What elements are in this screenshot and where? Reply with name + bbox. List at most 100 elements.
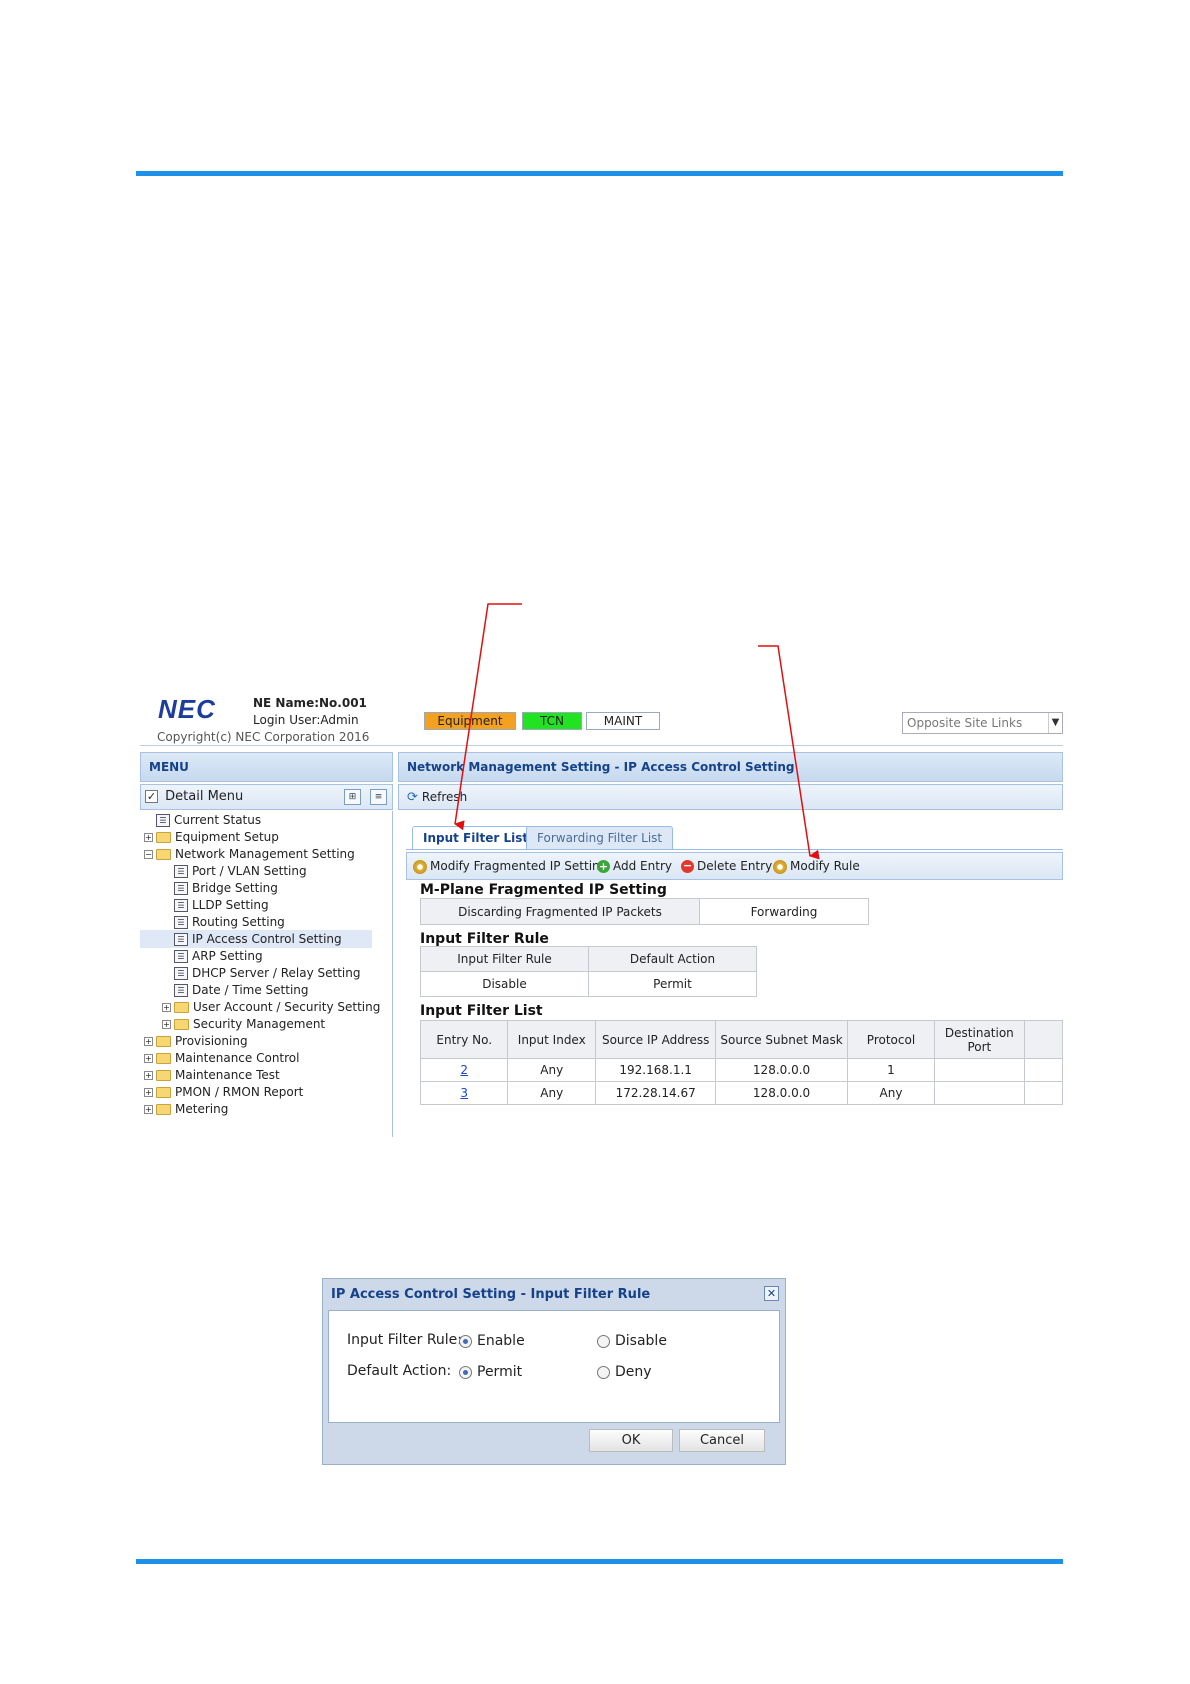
expand-icon[interactable]: +: [144, 1071, 153, 1080]
web-lct-screenshot: NEC NE Name:No.001 Login User:Admin Copy…: [140, 680, 1063, 1137]
collapse-all-icon[interactable]: ≡: [370, 789, 387, 805]
checkbox-icon[interactable]: ✓: [145, 790, 158, 803]
tree-item-provisioning[interactable]: + Provisioning: [144, 1032, 248, 1050]
menu-tree: ☰ Current Status + Equipment Setup − Networ…: [140, 811, 393, 1137]
page-icon: ☰: [174, 865, 188, 878]
table-cell: 192.168.1.1: [595, 1058, 717, 1082]
status-equipment[interactable]: Equipment: [424, 712, 516, 730]
tree-item-routing[interactable]: ☰ Routing Setting: [174, 913, 285, 931]
tree-item-port-vlan[interactable]: ☰ Port / VLAN Setting: [174, 862, 307, 880]
tree-item-pmon-rmon[interactable]: + PMON / RMON Report: [144, 1083, 303, 1101]
modify-fragmented-button[interactable]: Modify Fragmented IP Setting: [413, 859, 607, 874]
modify-rule-button[interactable]: Modify Rule: [773, 859, 860, 874]
ok-button[interactable]: OK: [589, 1429, 673, 1452]
folder-icon: [174, 1002, 189, 1013]
opposite-site-links-label: Opposite Site Links: [907, 716, 1023, 730]
table-cell: Any: [507, 1081, 597, 1105]
filter-rule-value: Disable: [420, 971, 589, 997]
tree-item-maintenance-test[interactable]: + Maintenance Test: [144, 1066, 280, 1084]
filter-rule-section-title: Input Filter Rule: [420, 931, 549, 947]
table-cell: Any: [846, 1081, 936, 1105]
nec-logo: NEC: [158, 694, 216, 724]
folder-icon: [156, 1053, 171, 1064]
app-header: NEC NE Name:No.001 Login User:Admin Copy…: [140, 680, 1063, 746]
expand-all-icon[interactable]: ⊞: [344, 789, 361, 805]
filter-toolbar: Modify Fragmented IP Setting + Add Entry …: [406, 852, 1063, 880]
folder-open-icon: [156, 849, 171, 860]
tree-item-bridge[interactable]: ☰ Bridge Setting: [174, 879, 278, 897]
deny-radio[interactable]: Deny: [597, 1364, 652, 1380]
tree-item-user-account[interactable]: + User Account / Security Setting: [162, 998, 380, 1016]
opposite-site-links-select[interactable]: Opposite Site Links ▼: [902, 712, 1063, 734]
page-icon: ☰: [174, 899, 188, 912]
default-action-value: Permit: [588, 971, 757, 997]
cancel-button[interactable]: Cancel: [679, 1429, 765, 1452]
folder-icon: [156, 1087, 171, 1098]
table-cell-empty: [1023, 1058, 1063, 1082]
add-entry-button[interactable]: + Add Entry: [597, 859, 672, 873]
filter-rule-table: Input Filter Rule Default Action Disable…: [420, 946, 757, 997]
refresh-icon: ⟳: [407, 790, 418, 805]
page-icon: ☰: [174, 984, 188, 997]
folder-icon: [156, 1104, 171, 1115]
filter-list-section-title: Input Filter List: [420, 1003, 543, 1019]
tab-forwarding-filter-list[interactable]: Forwarding Filter List: [526, 826, 674, 850]
collapse-icon[interactable]: −: [144, 850, 153, 859]
expand-icon[interactable]: +: [144, 1088, 153, 1097]
expand-icon[interactable]: +: [162, 1003, 171, 1012]
folder-icon: [156, 832, 171, 843]
disable-radio[interactable]: Disable: [597, 1333, 667, 1349]
dialog-body: Input Filter Rule: Enable Disable Defaul…: [328, 1310, 780, 1423]
tree-item-equipment-setup[interactable]: + Equipment Setup: [144, 828, 279, 846]
tree-item-current-status[interactable]: ☰ Current Status: [156, 811, 261, 829]
tree-item-ip-access-control[interactable]: ☰ IP Access Control Setting: [140, 930, 372, 948]
entry-link[interactable]: 3: [460, 1086, 468, 1100]
column-header: Destination Port: [934, 1020, 1025, 1059]
expand-icon[interactable]: +: [144, 1105, 153, 1114]
folder-icon: [156, 1070, 171, 1081]
tree-item-maintenance-control[interactable]: + Maintenance Control: [144, 1049, 299, 1067]
column-header: Entry No.: [419, 1020, 509, 1059]
table-cell-empty: [1023, 1081, 1063, 1105]
expand-icon[interactable]: +: [162, 1020, 171, 1029]
table-cell: 172.28.14.67: [595, 1081, 717, 1105]
tree-item-lldp[interactable]: ☰ LLDP Setting: [174, 896, 269, 914]
fragmented-section-title: M-Plane Fragmented IP Setting: [420, 882, 667, 898]
column-header-empty: [1023, 1020, 1063, 1059]
tree-item-security-management[interactable]: + Security Management: [162, 1015, 325, 1033]
table-cell: 1: [846, 1058, 936, 1082]
tree-item-arp[interactable]: ☰ ARP Setting: [174, 947, 263, 965]
radio-selected-icon: [459, 1334, 472, 1348]
refresh-button[interactable]: ⟳ Refresh: [407, 790, 467, 805]
entry-link[interactable]: 2: [460, 1063, 468, 1077]
page-icon: ☰: [156, 814, 170, 827]
status-tcn[interactable]: TCN: [522, 712, 582, 730]
expand-icon[interactable]: +: [144, 833, 153, 842]
tree-item-metering[interactable]: + Metering: [144, 1100, 228, 1118]
chevron-down-icon[interactable]: ▼: [1048, 713, 1062, 733]
column-header: Input Filter Rule: [420, 946, 589, 972]
expand-icon[interactable]: +: [144, 1037, 153, 1046]
gear-icon: [413, 859, 427, 874]
delete-icon: −: [681, 859, 694, 873]
page-icon: ☰: [174, 950, 188, 963]
menu-title: MENU: [140, 752, 393, 782]
tree-item-network-management[interactable]: − Network Management Setting: [144, 845, 355, 863]
close-icon[interactable]: ✕: [764, 1286, 779, 1301]
tree-item-dhcp[interactable]: ☰ DHCP Server / Relay Setting: [174, 964, 360, 982]
page-icon: ☰: [174, 967, 188, 980]
expand-icon[interactable]: +: [144, 1054, 153, 1063]
top-rule: [136, 171, 1063, 176]
tab-input-filter-list[interactable]: Input Filter List: [412, 826, 540, 850]
page-icon: ☰: [174, 882, 188, 895]
enable-radio[interactable]: Enable: [459, 1333, 525, 1349]
table-cell: Any: [507, 1058, 597, 1082]
status-maint[interactable]: MAINT: [586, 712, 660, 730]
permit-radio[interactable]: Permit: [459, 1364, 522, 1380]
input-filter-rule-label: Input Filter Rule:: [347, 1332, 463, 1348]
column-header: Input Index: [507, 1020, 597, 1059]
tree-item-date-time[interactable]: ☰ Date / Time Setting: [174, 981, 309, 999]
delete-entry-button[interactable]: − Delete Entry: [681, 859, 772, 873]
bottom-rule: [136, 1559, 1063, 1564]
page-icon: ☰: [174, 933, 188, 946]
